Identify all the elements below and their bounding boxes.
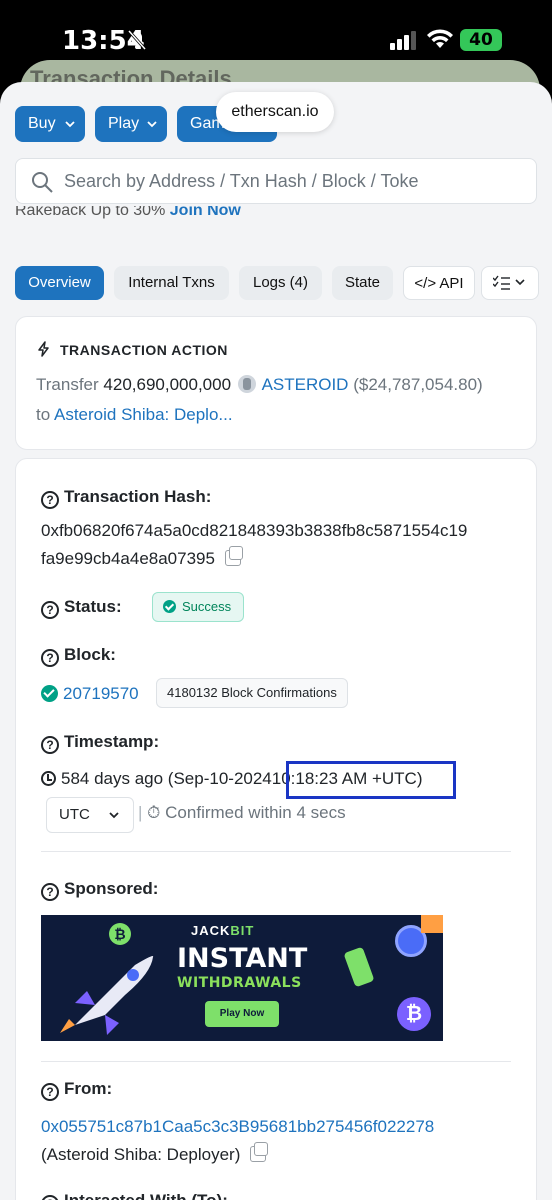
block-label: ? Block:: [41, 645, 116, 667]
help-icon[interactable]: ?: [41, 1195, 59, 1200]
ad-play-now-button[interactable]: Play Now: [205, 1001, 279, 1027]
help-icon[interactable]: ?: [41, 601, 59, 619]
transaction-hash: 0xfb06820f674a5a0cd821848393b3838fb8c587…: [41, 517, 467, 573]
search-input[interactable]: [64, 165, 524, 197]
wifi-icon: [427, 29, 453, 48]
tab-more-menu[interactable]: [481, 266, 539, 300]
help-icon[interactable]: ?: [41, 649, 59, 667]
transfer-prefix: Transfer: [36, 375, 99, 394]
ad-brand: JACKBIT: [191, 923, 255, 938]
buy-button-label: Buy: [28, 115, 56, 132]
check-circle-icon: [41, 685, 58, 702]
from-label: ? From:: [41, 1079, 112, 1101]
highlight-box: [286, 761, 456, 799]
code-icon: </>: [414, 275, 437, 292]
ad-headline: INSTANT: [177, 943, 308, 974]
promo-link[interactable]: Join Now: [170, 206, 241, 219]
promo-banner: Rakeback Up to 30% Join Now: [15, 206, 241, 226]
tab-internal-txns[interactable]: Internal Txns: [114, 266, 229, 300]
help-icon[interactable]: ?: [41, 736, 59, 754]
transfer-line: Transfer 420,690,000,000 ASTEROID ($24,7…: [36, 375, 483, 395]
sponsored-ad-banner[interactable]: ₿ ₿ JACKBIT INSTANT WITHDRAWALS Play Now: [41, 915, 443, 1041]
check-circle-icon: [163, 600, 176, 613]
transaction-action-card: TRANSACTION ACTION Transfer 420,690,000,…: [15, 316, 537, 450]
copy-icon[interactable]: [250, 1142, 269, 1162]
transfer-to-label: to: [36, 405, 51, 424]
url-pill[interactable]: etherscan.io: [216, 92, 334, 132]
bell-off-icon: [128, 30, 146, 50]
tab-state[interactable]: State: [332, 266, 393, 300]
from-name: (Asteroid Shiba: Deployer): [41, 1142, 269, 1165]
bitcoin-coin-icon: ₿: [109, 923, 131, 945]
copy-icon[interactable]: [224, 546, 243, 566]
timestamp-relative: 584 days ago (Sep-10-2024: [61, 769, 272, 788]
transaction-action-title: TRANSACTION ACTION: [36, 341, 228, 358]
battery-indicator: 40: [460, 29, 502, 51]
help-icon[interactable]: ?: [41, 883, 59, 901]
from-address-link[interactable]: 0x055751c87b1Caa5c3c3B95681bb275456f0222…: [41, 1117, 434, 1137]
buy-button[interactable]: Buy: [15, 106, 85, 142]
status-badge: Success: [152, 592, 245, 622]
transfer-usd-value: ($24,787,054.80): [353, 375, 483, 394]
hash-label: ? Transaction Hash:: [41, 487, 211, 509]
sponsored-label: ? Sponsored:: [41, 879, 158, 901]
token-icon: [237, 375, 256, 393]
transfer-to-line: to Asteroid Shiba: Deplo...: [36, 405, 233, 425]
mascot-icon: [421, 915, 443, 933]
timezone-select-value: UTC: [59, 806, 90, 823]
clock-icon: [41, 771, 56, 786]
money-icon: [343, 946, 375, 988]
transfer-to-link[interactable]: Asteroid Shiba: Deplo...: [54, 405, 233, 424]
status-label: ? Status:: [41, 597, 122, 619]
transaction-hash-line1: 0xfb06820f674a5a0cd821848393b3838fb8c587…: [41, 521, 468, 540]
token-link[interactable]: ASTEROID: [262, 375, 349, 394]
section-divider: [41, 1061, 511, 1062]
help-icon[interactable]: ?: [41, 491, 59, 509]
chevron-down-icon: [147, 121, 157, 128]
block-number-link[interactable]: 20719570: [41, 684, 139, 704]
promo-text: Rakeback Up to 30%: [15, 206, 166, 219]
lightning-icon: [38, 341, 49, 357]
search-icon: [32, 172, 53, 193]
interacted-with-label: ?Interacted With (To):: [41, 1191, 228, 1200]
block-confirmations-badge: 4180132 Block Confirmations: [156, 678, 348, 708]
timezone-select[interactable]: UTC: [46, 797, 134, 833]
tab-logs[interactable]: Logs (4): [239, 266, 322, 300]
chevron-down-icon: [109, 812, 119, 819]
tab-api-label: API: [439, 275, 464, 292]
play-button[interactable]: Play: [95, 106, 167, 142]
transaction-hash-line2: fa9e99cb4a4e8a07395: [41, 549, 215, 568]
tab-overview[interactable]: Overview: [15, 266, 104, 300]
list-check-icon: [492, 275, 525, 290]
chevron-down-icon: [65, 121, 75, 128]
play-button-label: Play: [108, 115, 140, 132]
ad-subheadline: WITHDRAWALS: [177, 975, 302, 991]
stopwatch-icon: ⏱: [147, 803, 161, 822]
transaction-details-card: ? Transaction Hash: 0xfb06820f674a5a0cd82…: [15, 458, 537, 1200]
help-icon[interactable]: ?: [41, 1083, 59, 1101]
tab-api[interactable]: </> API: [403, 266, 475, 300]
cellular-signal-icon: [390, 31, 416, 50]
section-divider: [41, 851, 511, 852]
page-sheet: Buy Play Gaming etherscan.io Rakeback Up…: [0, 82, 552, 1200]
transfer-amount: 420,690,000,000: [103, 375, 232, 394]
timestamp-label: ? Timestamp:: [41, 732, 159, 754]
bitcoin-coin-icon: ₿: [397, 997, 431, 1031]
search-bar[interactable]: [15, 158, 537, 204]
confirmation-time: | ⏱ Confirmed within 4 secs: [138, 803, 346, 822]
rocket-illustration: [60, 956, 154, 1035]
